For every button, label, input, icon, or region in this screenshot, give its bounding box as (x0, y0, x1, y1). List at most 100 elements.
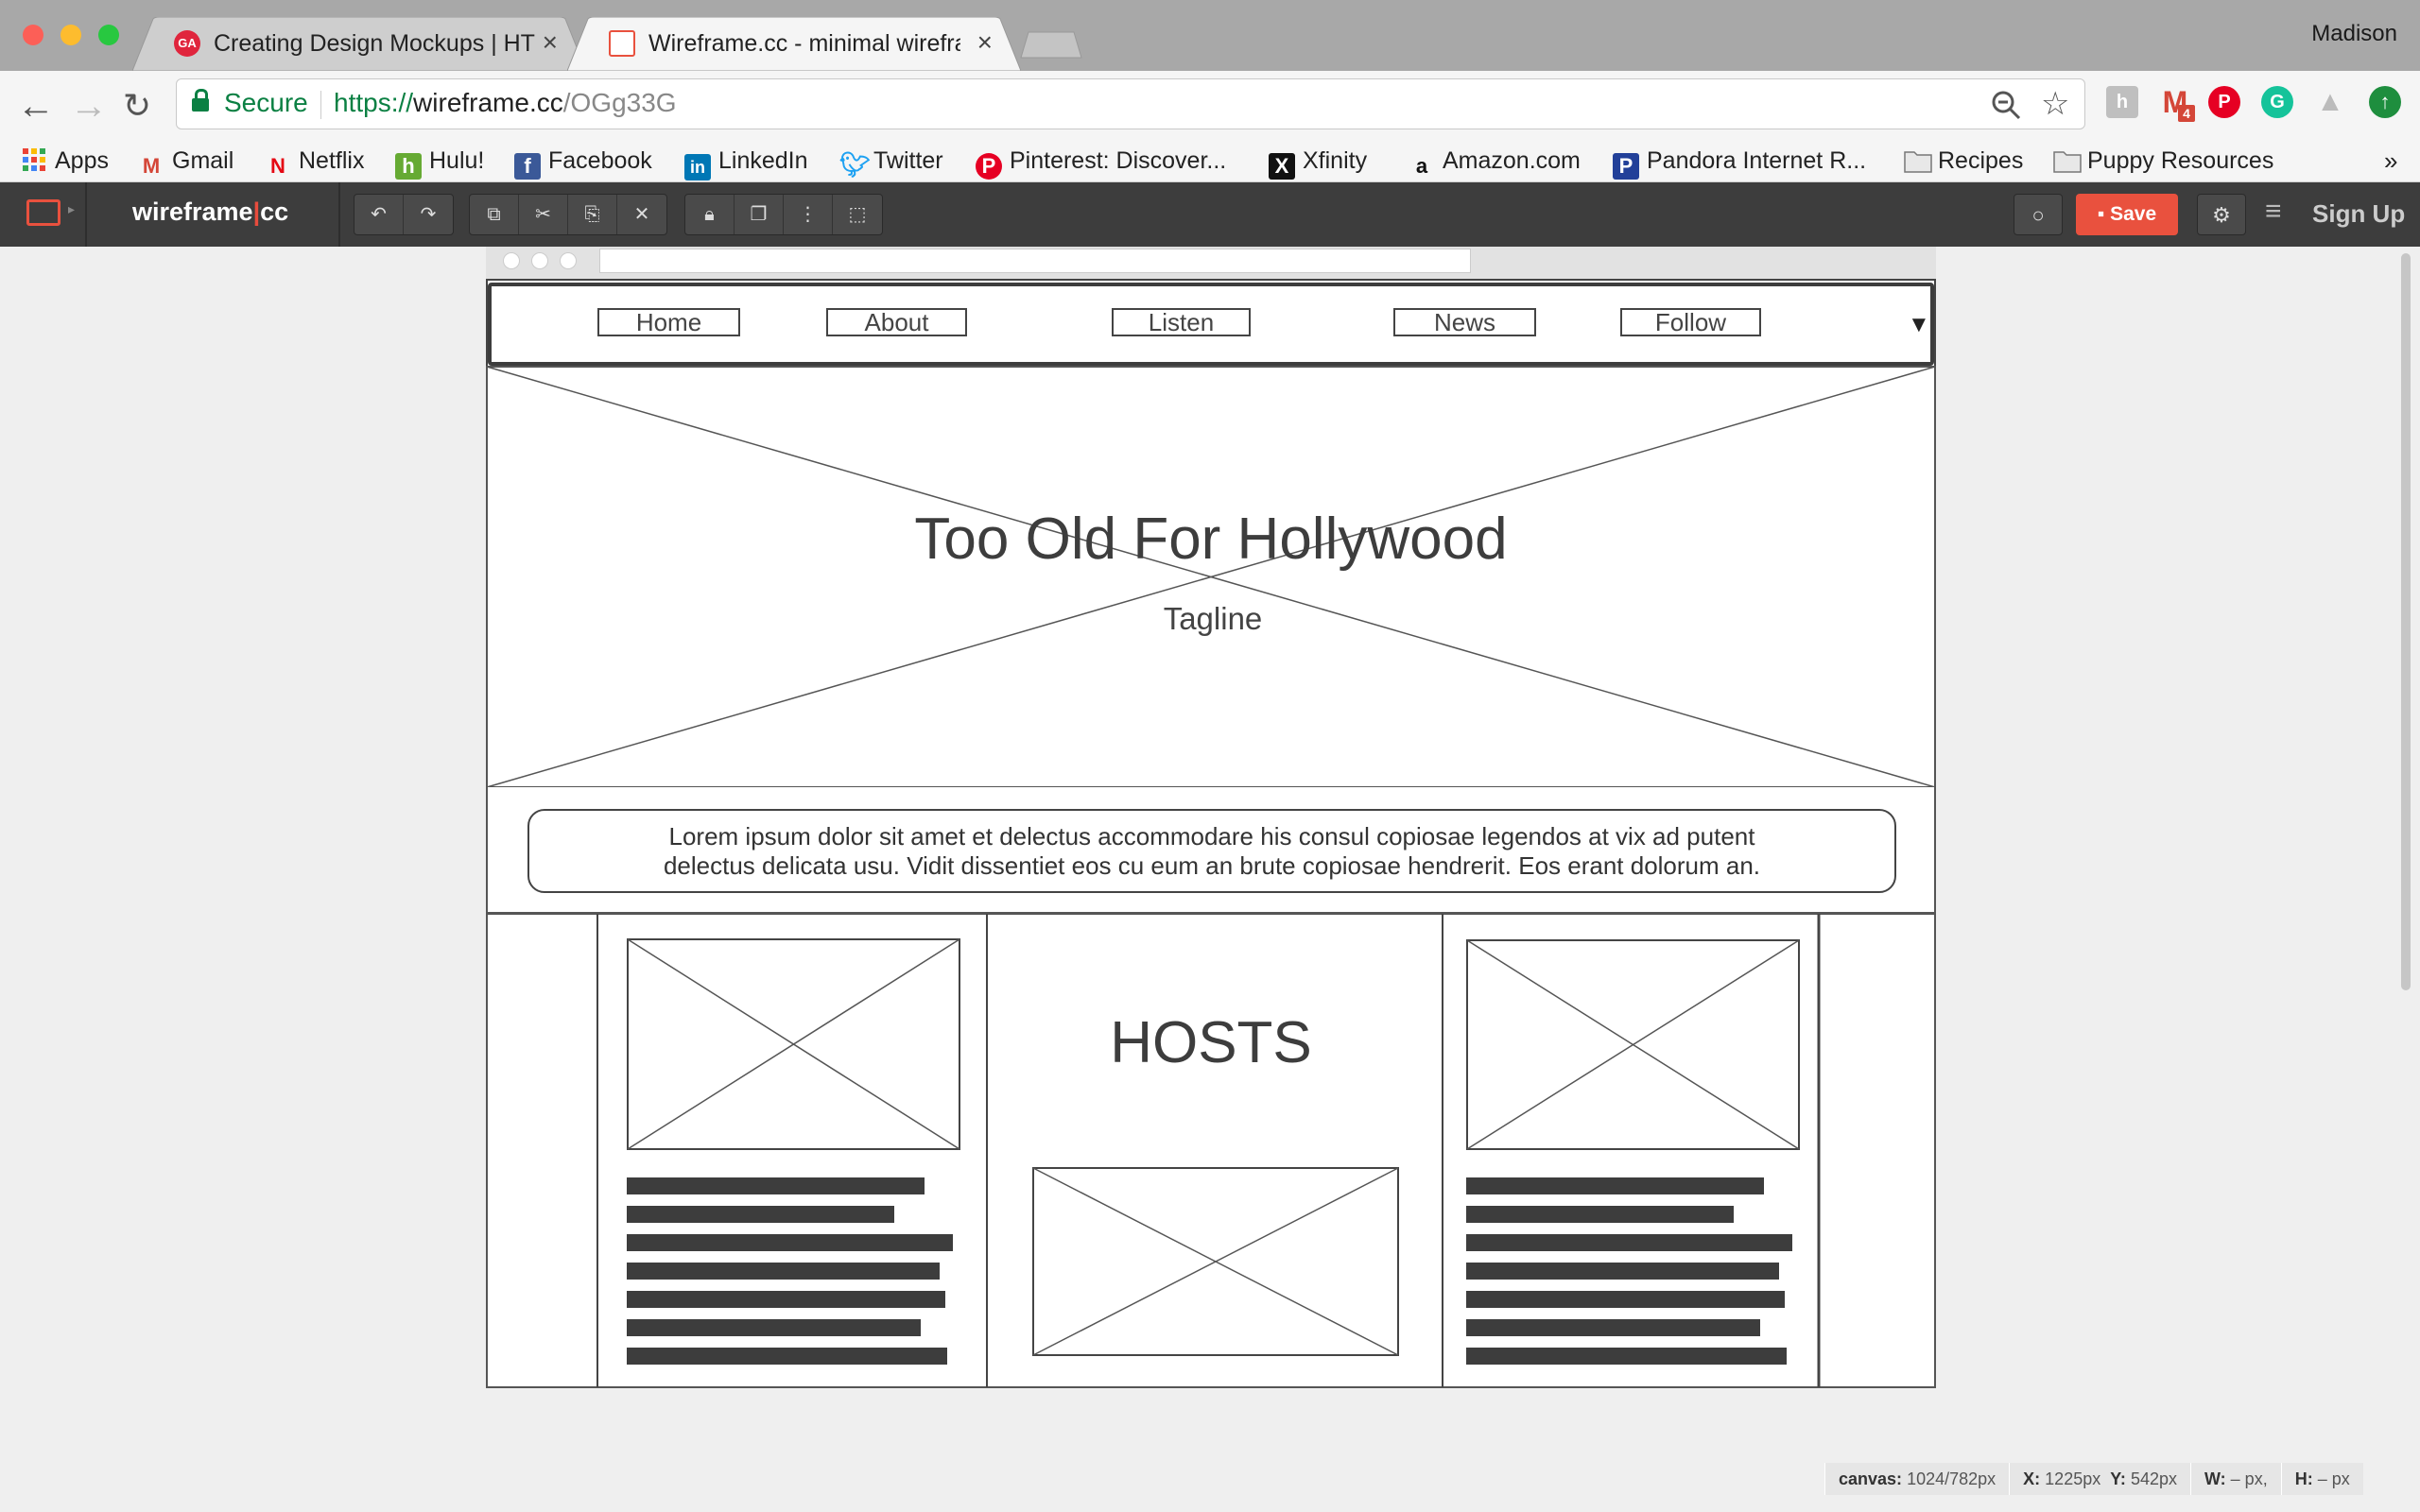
bookmarks-bar: Apps M Gmail N Netflix h Hulu! f Facebook in… (0, 142, 2420, 182)
group-icon[interactable]: ⬚ (833, 195, 882, 234)
nav-about[interactable]: About (826, 308, 967, 336)
reload-icon[interactable]: ↻ (123, 86, 151, 126)
browser-titlebar: GA Creating Design Mockups | HT × Wirefr… (0, 0, 2420, 71)
bookmark-pandora[interactable]: P Pandora Internet R... (1613, 146, 1866, 180)
xfinity-icon: X (1269, 153, 1295, 180)
amazon-icon: a (1415, 154, 1428, 178)
bookmark-gmail[interactable]: M Gmail (138, 146, 233, 178)
profile-name[interactable]: Madison (2311, 21, 2397, 47)
bring-to-front-icon[interactable]: ❐ (735, 195, 784, 234)
tab-close-icon[interactable]: × (543, 28, 558, 57)
back-arrow-icon[interactable]: ← (17, 86, 55, 126)
canvas-scrollbar[interactable] (2401, 253, 2411, 990)
nav-home[interactable]: Home (597, 308, 740, 336)
canvas-size-readout: canvas: 1024/782px (1824, 1463, 2009, 1495)
hero-image-placeholder[interactable] (486, 366, 1936, 788)
apps-grid-icon (21, 146, 47, 173)
tab-close-icon[interactable]: × (977, 28, 993, 57)
host-2-text-line (1466, 1206, 1734, 1223)
hosts-title: HOSTS (1110, 1010, 1312, 1075)
folder-icon (2053, 148, 2082, 175)
selection-width-readout: W: – px, (2189, 1463, 2281, 1495)
host-2-text-line (1466, 1319, 1760, 1336)
bookmark-puppy-resources[interactable]: Puppy Resources (2053, 146, 2273, 176)
intro-text-line-1: Lorem ipsum dolor sit amet et delectus a… (668, 822, 1755, 850)
lock-element-icon[interactable]: 🔒︎ (685, 195, 735, 234)
hulu-icon: h (395, 153, 422, 180)
drive-extension-icon[interactable]: ▲ (2314, 86, 2346, 118)
redo-icon[interactable]: ↷ (404, 195, 453, 234)
host-1-text-line (627, 1319, 921, 1336)
settings-gear-icon[interactable]: ⚙ (2197, 194, 2246, 235)
align-icon[interactable]: ⋮ (784, 195, 833, 234)
url-text[interactable]: https://wireframe.cc/OGg33G (334, 88, 677, 118)
intro-text-box[interactable]: Lorem ipsum dolor sit amet et delectus a… (527, 809, 1896, 893)
comment-icon[interactable]: ○ (2014, 194, 2063, 235)
folder-icon (1904, 148, 1932, 175)
delete-icon[interactable]: ✕ (617, 195, 666, 234)
host-2-image-placeholder[interactable] (1466, 939, 1800, 1150)
selection-height-readout: H: – px (2280, 1463, 2363, 1495)
bookmarks-overflow-button[interactable]: » (2384, 146, 2397, 176)
nav-news[interactable]: News (1393, 308, 1536, 336)
bookmark-xfinity[interactable]: X Xfinity (1269, 146, 1367, 180)
grammarly-extension-icon[interactable]: G (2261, 86, 2293, 118)
bookmark-twitter[interactable]: 🐦︎ Twitter (839, 146, 943, 178)
tab-title: Creating Design Mockups | HT (214, 30, 535, 57)
copy-icon[interactable]: ⧉ (470, 195, 519, 234)
bookmark-star-icon[interactable]: ☆ (2041, 85, 2069, 123)
nav-listen[interactable]: Listen (1112, 308, 1251, 336)
minimize-window-button[interactable] (60, 25, 81, 45)
canvas-status-bar: canvas: 1024/782px X: 1225px Y: 542px W:… (1824, 1463, 2363, 1495)
bookmark-hulu[interactable]: h Hulu! (395, 146, 484, 180)
stencil-menu-icon[interactable] (26, 199, 60, 226)
history-toolbar-group: ↶ ↷ (354, 194, 454, 235)
bookmark-linkedin[interactable]: in LinkedIn (684, 146, 808, 180)
gmail-extension-icon[interactable]: M 4 (2159, 86, 2195, 122)
bookmark-apps[interactable]: Apps (21, 146, 109, 176)
bookmark-recipes[interactable]: Recipes (1904, 146, 2023, 176)
netflix-icon: N (270, 154, 285, 178)
paste-icon[interactable]: ⎘ (568, 195, 617, 234)
bookmark-netflix[interactable]: N Netflix (265, 146, 364, 178)
extension-h-icon[interactable]: h (2106, 86, 2138, 118)
forward-arrow-icon[interactable]: → (70, 86, 108, 126)
hosts-center-image-placeholder[interactable] (1032, 1167, 1399, 1356)
host-1-image-placeholder[interactable] (627, 938, 960, 1150)
host-2-text-line (1466, 1263, 1779, 1280)
bookmark-amazon[interactable]: a Amazon.com (1409, 146, 1581, 178)
nav-dropdown-icon[interactable]: ▼ (1908, 312, 1930, 338)
pinterest-extension-icon[interactable]: P (2208, 86, 2240, 118)
hamburger-menu-icon[interactable]: ≡ (2265, 196, 2282, 228)
hero-tagline: Tagline (1163, 601, 1263, 636)
arrange-toolbar-group: 🔒︎ ❐ ⋮ ⬚ (684, 194, 883, 235)
maximize-window-button[interactable] (98, 25, 119, 45)
tab-creating-design-mockups[interactable]: GA Creating Design Mockups | HT × (132, 17, 586, 71)
save-button[interactable]: ▪ Save (2076, 194, 2178, 235)
edit-toolbar-group: ⧉ ✂ ⎘ ✕ (469, 194, 667, 235)
host-1-text-line (627, 1291, 945, 1308)
update-extension-icon[interactable]: ↑ (2369, 86, 2401, 118)
stencil-dropdown-icon[interactable]: ▸ (68, 201, 75, 217)
tab-title: Wireframe.cc - minimal wirefra (648, 30, 960, 57)
pinterest-icon: P (976, 153, 1002, 180)
browser-toolbar: ← → ↻ Secure https://wireframe.cc/OGg33G… (0, 71, 2420, 142)
host-1-text-line (627, 1206, 894, 1223)
gmail-badge: 4 (2178, 105, 2195, 122)
bookmark-pinterest[interactable]: P Pinterest: Discover... (976, 146, 1226, 180)
close-window-button[interactable] (23, 25, 43, 45)
sign-up-button[interactable]: Sign Up (2312, 199, 2405, 229)
wireframe-favicon (609, 30, 635, 57)
nav-follow[interactable]: Follow (1620, 308, 1761, 336)
app-logo[interactable]: wireframe|cc (132, 198, 288, 227)
wireframe-url-bar (599, 249, 1471, 273)
new-tab-button[interactable] (1017, 30, 1085, 59)
ga-icon: GA (174, 30, 200, 57)
undo-icon[interactable]: ↶ (354, 195, 404, 234)
bookmark-facebook[interactable]: f Facebook (514, 146, 652, 180)
tab-wireframe-cc[interactable]: Wireframe.cc - minimal wirefra × (567, 17, 1021, 71)
cut-icon[interactable]: ✂ (519, 195, 568, 234)
address-bar[interactable]: Secure https://wireframe.cc/OGg33G ☆ (176, 78, 2085, 129)
zoom-icon[interactable] (1990, 89, 2022, 129)
wireframe-app-toolbar: ▸ wireframe|cc ↶ ↷ ⧉ ✂ ⎘ ✕ 🔒︎ ❐ ⋮ ⬚ ○ ▪ … (0, 182, 2420, 247)
